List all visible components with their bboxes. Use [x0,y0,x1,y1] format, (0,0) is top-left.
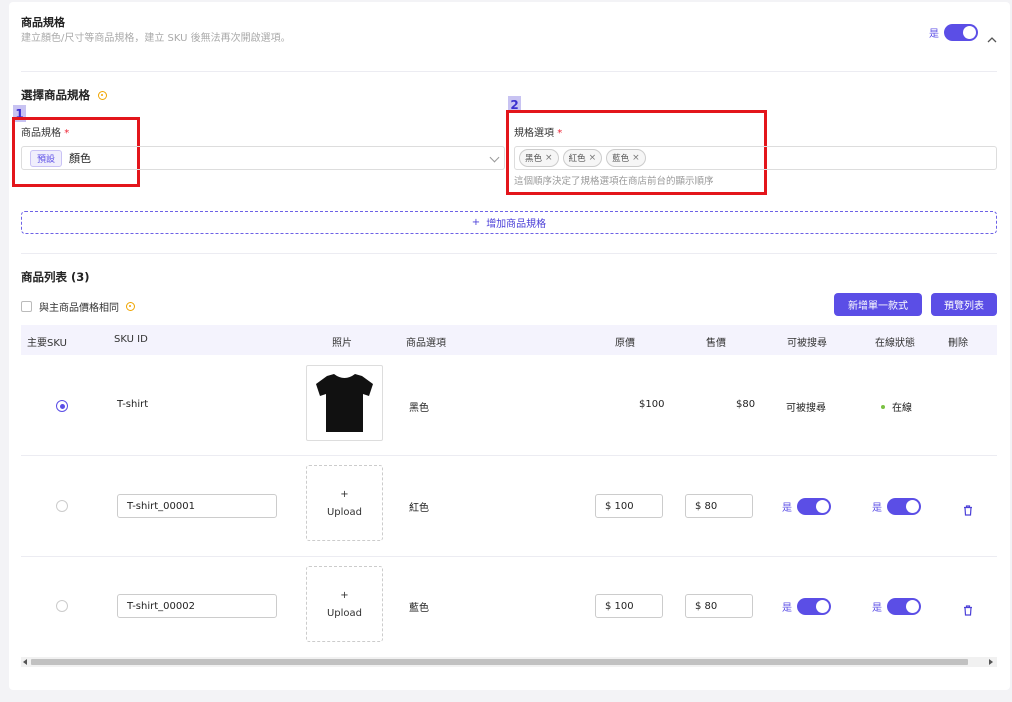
spec-subtitle: 建立顏色/尺寸等商品規格，建立 SKU 後無法再次開啟選項。 [21,33,291,44]
main-sku-radio[interactable] [56,600,68,612]
trash-icon[interactable] [963,601,973,620]
trash-icon[interactable] [963,501,973,520]
col-status: 在線狀態 [875,338,915,349]
chevron-down-icon[interactable] [489,152,500,163]
col-photo: 照片 [332,338,352,349]
section-divider [21,253,997,254]
photo-upload[interactable]: + Upload [306,465,383,541]
chevron-up-icon[interactable] [987,28,997,47]
spec-select-value: 顏色 [69,152,92,165]
spec-toggle-label: 是 [929,29,939,40]
add-spec-button[interactable]: + 增加商品規格 [21,211,997,234]
product-photo[interactable] [306,365,383,441]
option-value: 紅色 [409,503,429,514]
option-value: 黑色 [409,403,429,414]
option-chip[interactable]: 紅色 × [562,149,603,167]
spec-toggle-switch[interactable] [944,24,978,41]
searchable-toggle[interactable]: 是 [782,598,831,615]
status-badge: 在線 [881,399,912,414]
sku-id-input[interactable]: T-shirt_00001 [117,494,277,518]
col-sale-price: 售價 [706,338,726,349]
preset-tag: 預設 [30,149,63,167]
scrollbar-thumb[interactable] [31,659,968,665]
preview-list-button[interactable]: 預覽列表 [931,293,997,316]
status-toggle[interactable]: 是 [872,598,921,615]
spec-toggle[interactable]: 是 [929,24,978,41]
toggle-switch[interactable] [887,598,921,615]
sale-price-value: $80 [736,399,756,410]
sku-id: T-shirt [117,399,149,410]
plus-icon: + [471,217,481,228]
options-tag-input[interactable]: 黑色 × 紅色 × 藍色 × [514,146,997,170]
tshirt-icon [316,374,373,432]
col-searchable: 可被搜尋 [787,338,827,349]
col-option: 商品選項 [406,338,446,349]
searchable-value: 可被搜尋 [786,403,826,414]
close-icon[interactable]: × [632,153,640,163]
price-value: $100 [639,399,665,410]
spec-title: 商品規格 [21,16,65,29]
same-price-label: 與主商品價格相同 [39,303,119,314]
sale-price-input[interactable]: $ 80 [685,594,753,618]
col-price: 原價 [615,338,635,349]
same-price-option[interactable]: 與主商品價格相同 [21,299,135,314]
info-icon [126,302,135,311]
upload-label: Upload [326,506,363,518]
col-sku-id: SKU ID [114,334,148,345]
sku-id-input[interactable]: T-shirt_00002 [117,594,277,618]
status-toggle[interactable]: 是 [872,498,921,515]
toggle-switch[interactable] [887,498,921,515]
same-price-checkbox[interactable] [21,301,32,312]
table-header [21,325,997,355]
price-input[interactable]: $ 100 [595,494,663,518]
add-spec-label: 增加商品規格 [486,219,547,230]
upload-label: Upload [326,607,363,619]
spec-field-label: 商品規格 * [21,128,70,139]
header-divider [21,71,997,72]
sale-price-input[interactable]: $ 80 [685,494,753,518]
select-spec-title: 選擇商品規格 [21,88,90,102]
plus-icon: + [340,488,349,500]
options-field-label: 規格選項 * [514,128,563,139]
close-icon[interactable]: × [545,153,553,163]
main-sku-radio[interactable] [56,400,68,412]
col-delete: 刪除 [948,338,968,349]
row-divider [21,455,997,456]
price-input[interactable]: $ 100 [595,594,663,618]
option-chip[interactable]: 黑色 × [519,149,559,167]
info-icon [98,90,107,100]
product-list-title: 商品列表 (3) [21,270,90,284]
select-spec-heading: 選擇商品規格 [21,87,107,103]
toggle-switch[interactable] [797,498,831,515]
photo-upload[interactable]: + Upload [306,566,383,642]
status-dot [881,404,885,409]
option-chip[interactable]: 藍色 × [606,149,646,167]
scroll-right-icon[interactable] [989,659,993,665]
main-sku-radio[interactable] [56,500,68,512]
plus-icon: + [340,589,349,601]
toggle-switch[interactable] [797,598,831,615]
options-hint: 這個順序決定了規格選項在商店前台的顯示順序 [514,176,714,187]
spec-card: 商品規格 建立顏色/尺寸等商品規格，建立 SKU 後無法再次開啟選項。 是 選擇… [9,2,1010,690]
row-divider [21,556,997,557]
new-single-sku-button[interactable]: 新增單一款式 [834,293,922,316]
close-icon[interactable]: × [589,153,597,163]
spec-select[interactable]: 預設 顏色 [21,146,505,170]
option-value: 藍色 [409,603,429,614]
col-main-sku: 主要SKU [27,338,67,349]
scroll-left-icon[interactable] [23,659,27,665]
searchable-toggle[interactable]: 是 [782,498,831,515]
